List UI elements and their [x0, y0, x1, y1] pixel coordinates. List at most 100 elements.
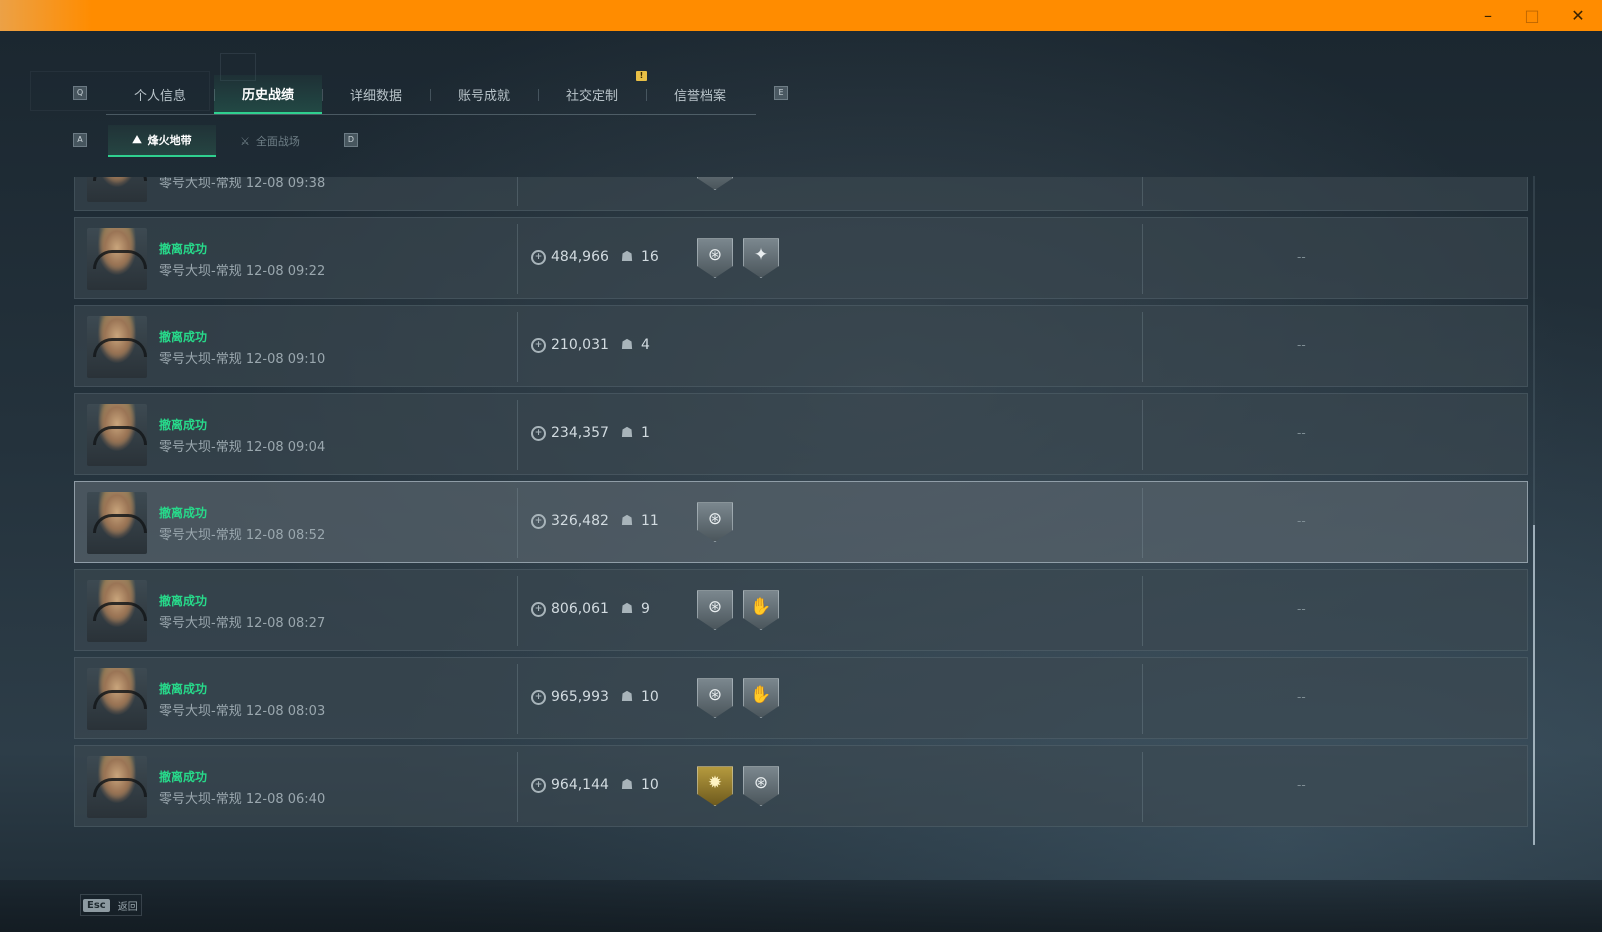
extracted-value: 484,966 [551, 249, 609, 265]
skull-icon: ☗ [620, 249, 634, 265]
match-time: 12-08 09:04 [245, 440, 326, 455]
tab-personal-info[interactable]: 个人信息 [106, 75, 214, 114]
column-divider [1142, 177, 1143, 206]
extracted-value: 806,061 [551, 601, 609, 617]
match-map-time: 零号大坝-常规 12-08 08:52 [159, 524, 325, 543]
match-time: 12-08 09:22 [245, 264, 326, 279]
flame-zone-icon: ⛰ [132, 133, 142, 146]
shield-crosshair-icon[interactable]: ⊛ [697, 177, 733, 190]
operator-avatar [87, 316, 147, 378]
map-name: 零号大坝-常规 [159, 177, 242, 191]
operator-avatar [87, 177, 147, 202]
table-row[interactable]: 撤离成功 零号大坝-常规 12-08 08:52 +326,482 ☗ 11 ⊛ -- [74, 481, 1528, 563]
kill-count: 1 [641, 425, 650, 441]
column-divider [517, 664, 518, 734]
kill-count: 10 [641, 689, 659, 705]
tab-reputation[interactable]: 信誉档案 [646, 75, 754, 114]
match-result: 撤离成功 [159, 418, 208, 432]
window-title-bar: – □ ✕ [0, 0, 1602, 31]
value-coin-icon: + [531, 778, 546, 793]
table-row[interactable]: 撤离成功 零号大坝-常规 12-08 09:22 +484,966 ☗ 16 ⊛ ✦ -- [74, 217, 1528, 299]
match-time: 12-08 08:52 [245, 528, 326, 543]
match-map-time: 零号大坝-常规 12-08 09:38 [159, 177, 325, 191]
shield-crosshair-icon[interactable]: ⊛ [743, 766, 779, 806]
table-row[interactable]: 撤离成功 零号大坝-常规 12-08 08:27 +806,061 ☗ 9 ⊛ ✋ -- [74, 569, 1528, 651]
app-icon [0, 0, 92, 31]
operator-avatar [87, 404, 147, 466]
match-map-time: 零号大坝-常规 12-08 09:22 [159, 260, 325, 279]
subtab-flame-zone[interactable]: ⛰ 烽火地带 [108, 125, 216, 157]
notification-badge: ! [636, 71, 647, 81]
value-coin-icon: + [531, 426, 546, 441]
map-name: 零号大坝-常规 [159, 264, 242, 279]
table-row[interactable]: 撤离成功 零号大坝-常规 12-08 06:40 +964,144 ☗ 10 ✹ ⊛ -- [74, 745, 1528, 827]
prev-subtab-key-hint: A [73, 133, 87, 147]
column-divider [517, 576, 518, 646]
column-divider [1142, 400, 1143, 470]
skull-icon: ☗ [620, 689, 634, 705]
shield-hand-icon[interactable]: ✋ [743, 590, 779, 630]
back-button[interactable]: Esc 返回 [80, 894, 142, 916]
tab-achievements[interactable]: 账号成就 [430, 75, 538, 114]
minimize-button[interactable]: – [1466, 0, 1510, 31]
shield-crosshair-icon[interactable]: ⊛ [697, 238, 733, 278]
match-result: 撤离成功 [159, 506, 208, 520]
match-result: 撤离成功 [159, 682, 208, 696]
extra-info: -- [1297, 514, 1306, 528]
map-name: 零号大坝-常规 [159, 440, 242, 455]
table-row[interactable]: 撤离成功零号大坝-常规 12-08 09:38⊛-- [74, 177, 1528, 211]
value-coin-icon: + [531, 690, 546, 705]
esc-key-icon: Esc [83, 898, 110, 912]
next-subtab-key-hint: D [344, 133, 358, 147]
map-name: 零号大坝-常规 [159, 704, 242, 719]
column-divider [1142, 576, 1143, 646]
gold-shield-star-icon[interactable]: ✹ [697, 766, 733, 806]
value-coin-icon: + [531, 602, 546, 617]
match-result: 撤离成功 [159, 770, 208, 784]
subtab-label: 全面战场 [255, 135, 300, 148]
scrollbar-thumb[interactable] [1533, 525, 1535, 845]
table-row[interactable]: 撤离成功 零号大坝-常规 12-08 09:04 +234,357 ☗ 1 -- [74, 393, 1528, 475]
match-result: 撤离成功 [159, 330, 208, 344]
kill-count: 10 [641, 777, 659, 793]
extracted-value: 326,482 [551, 513, 609, 529]
value-coin-icon: + [531, 338, 546, 353]
match-map-time: 零号大坝-常规 12-08 08:27 [159, 612, 325, 631]
value-coin-icon: + [531, 250, 546, 265]
main-tab-bar: 个人信息 历史战绩 详细数据 账号成就 社交定制 信誉档案 [106, 75, 756, 115]
column-divider [1142, 224, 1143, 294]
tab-detailed-data[interactable]: 详细数据 [322, 75, 430, 114]
extracted-value: 210,031 [551, 337, 609, 353]
kill-count: 11 [641, 513, 659, 529]
extracted-value: 964,144 [551, 777, 609, 793]
close-button[interactable]: ✕ [1556, 0, 1600, 31]
table-row[interactable]: 撤离成功 零号大坝-常规 12-08 09:10 +210,031 ☗ 4 -- [74, 305, 1528, 387]
extra-info: -- [1297, 426, 1306, 440]
table-row[interactable]: 撤离成功 零号大坝-常规 12-08 08:03 +965,993 ☗ 10 ⊛ ✋ -- [74, 657, 1528, 739]
column-divider [517, 224, 518, 294]
column-divider [1142, 752, 1143, 822]
map-name: 零号大坝-常规 [159, 792, 242, 807]
shield-crosshair-icon[interactable]: ⊛ [697, 590, 733, 630]
skull-icon: ☗ [620, 513, 634, 529]
tab-social-custom[interactable]: 社交定制 [538, 75, 646, 114]
map-name: 零号大坝-常规 [159, 352, 242, 367]
back-label: 返回 [117, 901, 138, 913]
extra-info: -- [1297, 338, 1306, 352]
tab-match-history[interactable]: 历史战绩 [214, 75, 322, 114]
match-map-time: 零号大坝-常规 12-08 09:10 [159, 348, 325, 367]
maximize-button[interactable]: □ [1510, 0, 1554, 31]
shield-crosshair-icon[interactable]: ⊛ [697, 678, 733, 718]
subtab-label: 烽火地带 [147, 134, 192, 147]
match-history-list[interactable]: 撤离成功零号大坝-常规 12-08 09:38⊛--撤离成功零号大坝-常规 12… [74, 177, 1530, 845]
shield-hand-icon[interactable]: ✋ [743, 678, 779, 718]
shield-star-icon[interactable]: ✦ [743, 238, 779, 278]
column-divider [517, 488, 518, 558]
next-tab-key-hint: E [774, 86, 788, 100]
shield-crosshair-icon[interactable]: ⊛ [697, 502, 733, 542]
match-map-time: 零号大坝-常规 12-08 08:03 [159, 700, 325, 719]
battlefield-icon: ⚔ [240, 134, 250, 148]
match-time: 12-08 08:27 [245, 616, 326, 631]
extracted-value: 965,993 [551, 689, 609, 705]
subtab-full-battlefield[interactable]: ⚔ 全面战场 [216, 125, 324, 157]
